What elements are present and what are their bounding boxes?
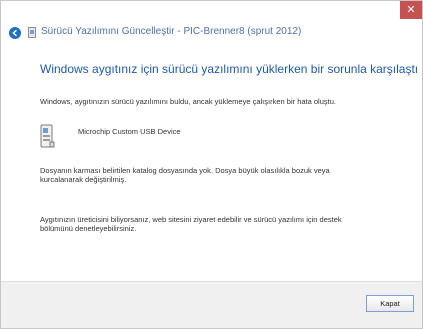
device-row: Microchip Custom USB Device [39,121,289,151]
device-manager-icon [28,27,36,38]
status-text: Windows, aygıtınızın sürücü yazılımını b… [40,97,336,106]
help-line-1: Aygıtınızın üreticisini biliyorsanız, we… [40,215,342,224]
error-line-1: Dosyanın karması belirtilen katalog dosy… [40,166,330,175]
usb-device-icon [40,124,55,148]
error-line-2: kurcalanarak değiştirilmiş. [40,175,127,184]
dialog-header: Sürücü Yazılımını Güncelleştir - PIC-Bre… [1,19,422,47]
page-title: Sürücü Yazılımını Güncelleştir - PIC-Bre… [41,26,302,37]
close-button[interactable]: ✕ [400,1,422,19]
error-heading: Windows aygıtınız için sürücü yazılımını… [40,62,419,76]
back-arrow-icon [12,29,17,37]
back-button[interactable] [9,27,21,39]
title-bar: ✕ [1,1,422,19]
device-name: Microchip Custom USB Device [78,127,181,136]
dialog-footer: Kapat [1,281,422,328]
driver-update-dialog: ✕ Sürücü Yazılımını Güncelleştir - PIC-B… [0,0,423,329]
close-dialog-button[interactable]: Kapat [366,295,414,312]
help-line-2: bölümünü denetleyebilirsiniz. [40,224,137,233]
